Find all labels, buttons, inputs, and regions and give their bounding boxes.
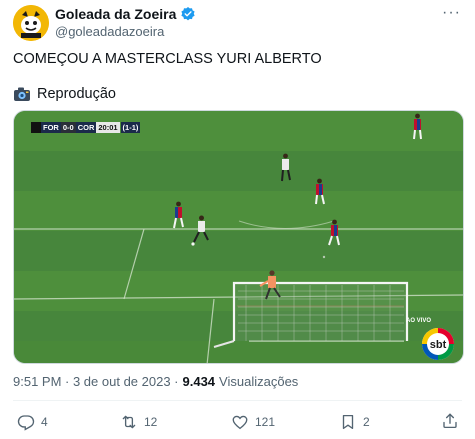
divider: [13, 400, 462, 401]
camera-icon: [13, 86, 31, 102]
heart-icon: [231, 413, 249, 431]
sbt-logo-text: sbt: [430, 339, 447, 351]
bookmark-button[interactable]: 2: [339, 413, 370, 431]
bookmark-count: 2: [363, 415, 370, 429]
display-name[interactable]: Goleada da Zoeira: [55, 6, 176, 22]
tweet-text: COMEÇOU A MASTERCLASS YURI ALBERTO: [13, 51, 322, 67]
bookmark-icon: [339, 413, 357, 431]
views-label: Visualizações: [219, 374, 299, 389]
sbt-logo-icon: sbt: [421, 327, 455, 361]
verified-badge-icon: [180, 6, 196, 22]
competition-icon: [31, 122, 41, 133]
reply-button[interactable]: 4: [17, 413, 48, 431]
share-button[interactable]: [441, 412, 459, 430]
timestamp[interactable]: 9:51 PM · 3 de out de 2023 ·: [13, 374, 179, 389]
reply-icon: [17, 413, 35, 431]
match-footage: [14, 111, 463, 363]
author-name-row: Goleada da Zoeira: [55, 6, 196, 22]
like-count: 121: [255, 415, 276, 429]
avatar[interactable]: [13, 5, 49, 41]
aggregate-score: (1-1): [120, 122, 141, 133]
action-bar: 4 12 121 2: [13, 413, 462, 433]
share-icon: [441, 412, 459, 430]
home-team: FOR: [41, 122, 61, 133]
author-handle[interactable]: @goleadadazoeira: [55, 24, 164, 39]
score: 0-0: [60, 122, 76, 133]
retweet-button[interactable]: 12: [120, 413, 157, 431]
away-team: COR: [75, 122, 97, 133]
retweet-icon: [120, 413, 138, 431]
retweet-count: 12: [144, 415, 158, 429]
video-player[interactable]: FOR 0-0 COR 20:01 (1-1) AO VIVO sbt: [13, 110, 464, 364]
more-options-icon[interactable]: ···: [442, 4, 461, 22]
views-count: 9.434: [182, 374, 216, 389]
scoreboard-overlay: FOR 0-0 COR 20:01 (1-1): [31, 122, 141, 133]
live-label: AO VIVO: [405, 318, 431, 324]
reply-count: 4: [41, 415, 48, 429]
match-clock: 20:01: [96, 122, 120, 133]
credit-text: Reprodução: [37, 86, 116, 102]
tweet-meta: 9:51 PM · 3 de out de 2023 · 9.434 Visua…: [13, 374, 298, 389]
tweet-credit-line: Reprodução: [13, 84, 116, 104]
like-button[interactable]: 121: [231, 413, 275, 431]
